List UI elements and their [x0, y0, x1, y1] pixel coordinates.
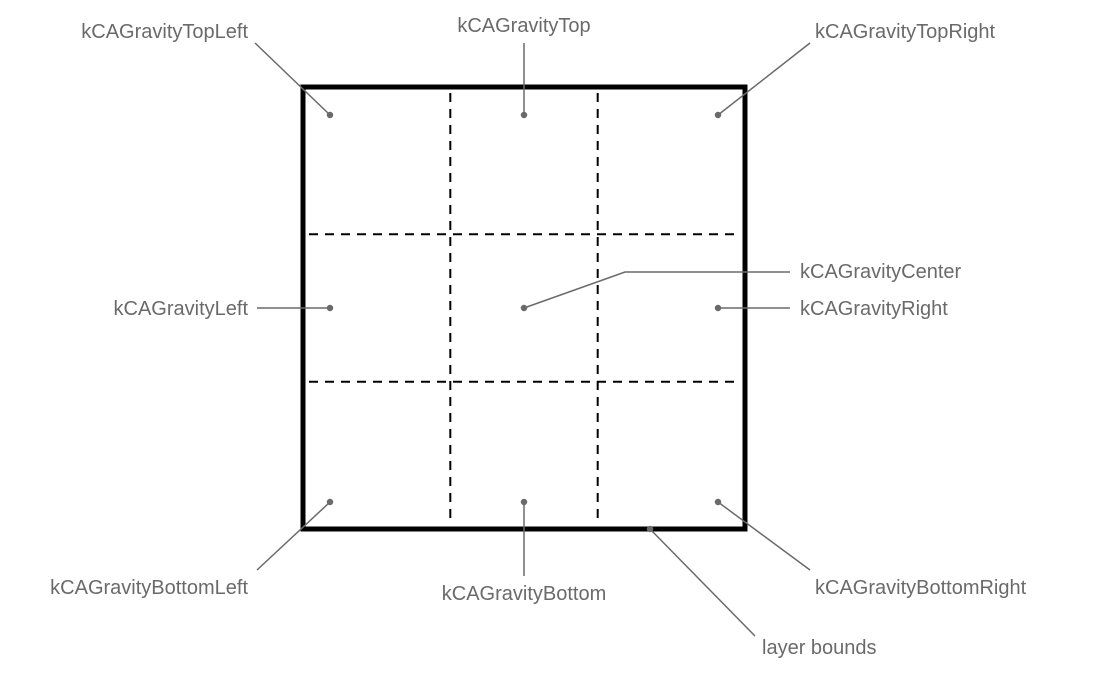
label-bottom: kCAGravityBottom: [442, 583, 606, 605]
label-right: kCAGravityRight: [800, 298, 948, 320]
gravity-diagram: kCAGravityTopLeft kCAGravityTop kCAGravi…: [0, 0, 1095, 679]
leaders: [255, 43, 810, 636]
label-top-right: kCAGravityTopRight: [815, 21, 996, 43]
label-top-left: kCAGravityTopLeft: [81, 21, 248, 43]
label-top: kCAGravityTop: [457, 15, 590, 37]
label-center: kCAGravityCenter: [800, 261, 961, 283]
labels: kCAGravityTopLeft kCAGravityTop kCAGravi…: [50, 15, 1026, 659]
label-bottom-right: kCAGravityBottomRight: [815, 577, 1027, 599]
label-left: kCAGravityLeft: [114, 298, 249, 320]
label-bottom-left: kCAGravityBottomLeft: [50, 577, 248, 599]
label-layer-bounds: layer bounds: [762, 637, 877, 659]
